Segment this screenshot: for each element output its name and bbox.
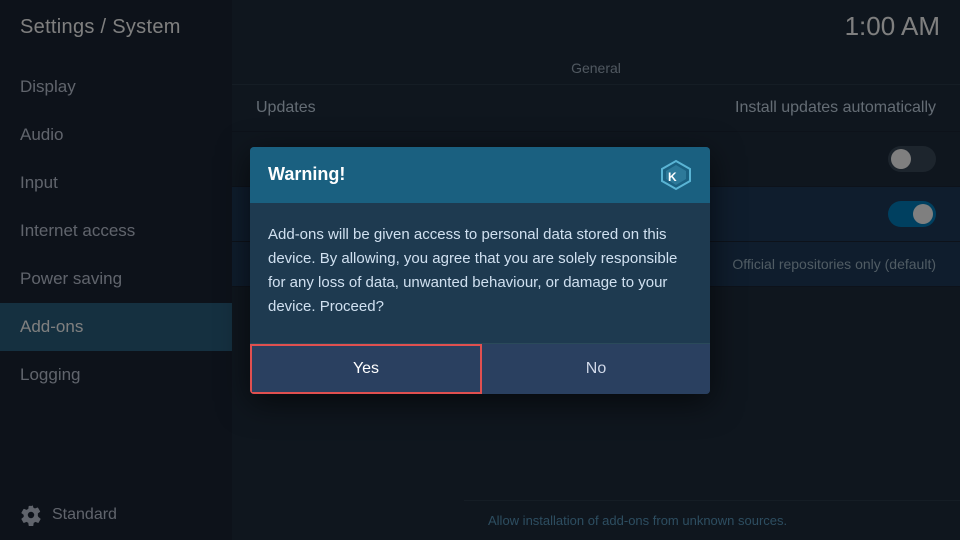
modal-overlay: Warning! K Add-ons will be given access …	[0, 0, 960, 540]
modal-footer: Yes No	[250, 343, 710, 394]
kodi-logo-icon: K	[660, 159, 692, 191]
no-button[interactable]: No	[482, 344, 710, 394]
modal-title: Warning!	[268, 164, 345, 185]
yes-button[interactable]: Yes	[250, 344, 482, 394]
warning-dialog: Warning! K Add-ons will be given access …	[250, 147, 710, 394]
modal-body: Add-ons will be given access to personal…	[250, 203, 710, 343]
modal-header: Warning! K	[250, 147, 710, 203]
svg-text:K: K	[668, 170, 677, 184]
